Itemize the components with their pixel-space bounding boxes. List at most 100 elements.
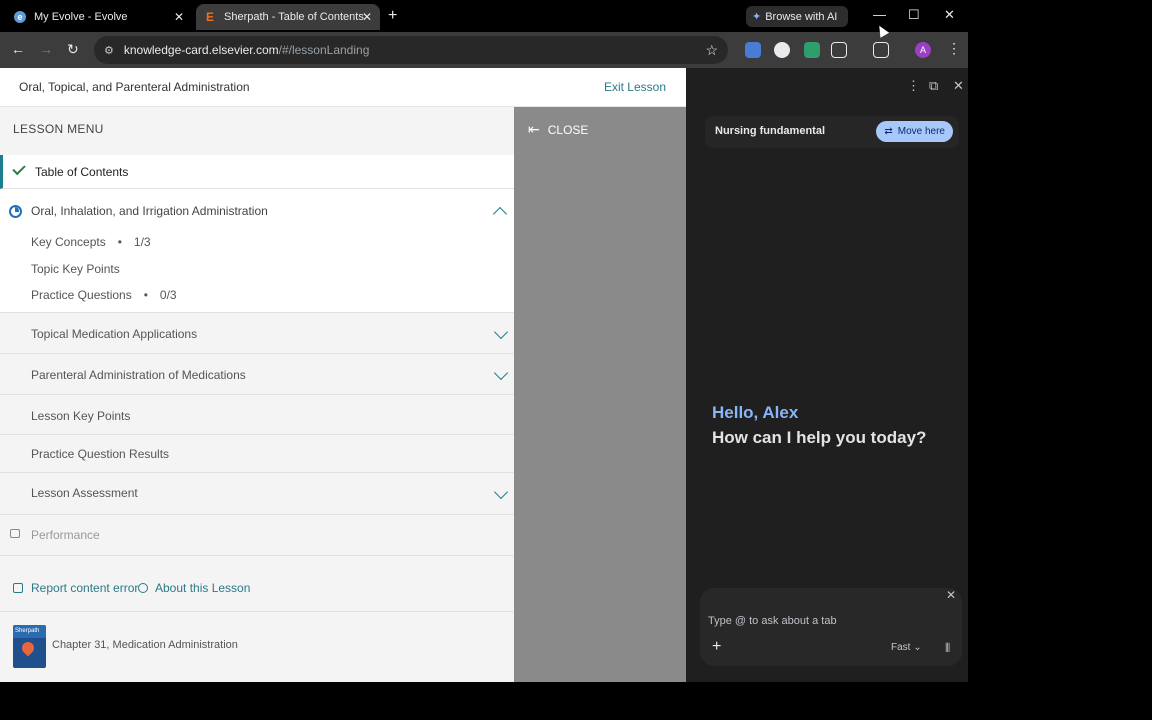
extensions-puzzle-icon[interactable] [831, 42, 847, 58]
sub-item-label: Key Concepts [31, 235, 106, 249]
voice-input-icon[interactable]: ⦀ [945, 641, 950, 656]
elsevier-favicon-icon: E [205, 10, 214, 24]
site-settings-icon[interactable]: ⚙ [104, 44, 114, 57]
sub-item-key-concepts[interactable]: Key Concepts • 1/3 [31, 235, 151, 249]
tab-my-evolve[interactable]: e My Evolve - Evolve ✕ [6, 4, 192, 30]
new-tab-icon[interactable]: + [388, 7, 397, 25]
browser-menu-icon[interactable]: ⋮ [947, 40, 961, 57]
chapter-label: Chapter 31, Medication Administration [52, 639, 238, 651]
tab-title: My Evolve - Evolve [34, 11, 128, 23]
close-label: CLOSE [547, 122, 589, 137]
chevron-down-icon[interactable] [493, 484, 509, 500]
move-here-button[interactable]: ⇄ Move here [876, 121, 953, 142]
maximize-icon[interactable]: ☐ [908, 7, 920, 23]
lesson-header: Oral, Topical, and Parenteral Administra… [0, 68, 686, 107]
lesson-page: Oral, Topical, and Parenteral Administra… [0, 68, 686, 682]
browse-ai-label: Browse with AI [765, 10, 838, 23]
separator-dot: • [117, 235, 122, 249]
menu-item-label: Performance [31, 528, 100, 542]
bookmark-star-icon[interactable]: ☆ [705, 42, 718, 59]
chat-input[interactable] [708, 615, 928, 627]
forward-icon[interactable]: → [39, 41, 53, 57]
extension-3-icon[interactable] [804, 42, 820, 58]
profile-avatar[interactable]: A [915, 42, 931, 58]
add-attachment-icon[interactable]: + [712, 638, 721, 656]
ai-side-panel: ⋮ ⧉ ✕ Nursing fundamental ⇄ Move here He… [693, 68, 968, 682]
close-tab-icon[interactable]: ✕ [174, 10, 184, 24]
menu-item-label: Practice Question Results [31, 447, 170, 461]
greeting-question: How can I help you today? [712, 428, 927, 447]
lesson-menu-title: LESSON MENU [13, 122, 104, 136]
reload-icon[interactable]: ↻ [67, 41, 79, 58]
panel-close-icon[interactable]: ✕ [953, 78, 964, 94]
menu-item-practice-results[interactable]: Practice Question Results [0, 435, 514, 473]
window-close-icon[interactable]: ✕ [944, 7, 955, 23]
menu-item-table-of-contents[interactable]: Table of Contents [0, 155, 514, 189]
progress-count: 0/3 [159, 288, 177, 302]
side-panel-search-icon[interactable] [873, 42, 889, 58]
sub-item-label: Practice Questions [31, 288, 132, 302]
info-icon [138, 583, 148, 593]
menu-item-performance: Performance [0, 515, 514, 556]
model-select[interactable]: Fast ⌄ [891, 642, 922, 653]
move-here-label: Move here [897, 126, 945, 137]
move-icon: ⇄ [884, 126, 893, 137]
open-in-window-icon[interactable]: ⧉ [929, 78, 938, 94]
minimize-icon[interactable]: — [873, 7, 886, 22]
chat-composer: ✕ + Fast ⌄ ⦀ [700, 588, 962, 666]
book-cover-title: Sherpath [13, 625, 46, 638]
address-path: /#/lessonLanding [278, 43, 370, 57]
content-overlay: ⇤ CLOSE [514, 107, 686, 682]
dismiss-icon[interactable]: ✕ [946, 588, 956, 602]
sub-item-label: Topic Key Points [31, 262, 120, 276]
sub-item-practice-questions[interactable]: Practice Questions • 0/3 [31, 288, 177, 302]
lesson-menu: LESSON MENU Table of Contents Oral, Inha… [0, 107, 514, 682]
address-bar[interactable]: ⚙ knowledge-card.elsevier.com /#/lessonL… [94, 36, 728, 64]
chevron-down-icon[interactable] [493, 365, 509, 381]
chevron-up-icon[interactable] [492, 206, 508, 222]
progress-count: 1/3 [133, 235, 151, 249]
sub-item-topic-key-points[interactable]: Topic Key Points [31, 262, 120, 276]
lesson-title: Oral, Topical, and Parenteral Administra… [19, 80, 250, 94]
greeting-name: Hello, Alex [712, 403, 799, 422]
menu-item-label: Parenteral Administration of Medications [31, 368, 246, 382]
tab-sherpath[interactable]: E Sherpath - Table of Contents ✕ [196, 4, 380, 30]
edit-icon [13, 583, 23, 593]
book-cover-image: Sherpath [13, 625, 46, 668]
address-host: knowledge-card.elsevier.com [123, 43, 279, 57]
panel-menu-icon[interactable]: ⋮ [907, 78, 920, 94]
menu-item-lesson-assessment[interactable]: Lesson Assessment [0, 473, 514, 515]
extension-1-icon[interactable] [745, 42, 761, 58]
tab-context-chip: Nursing fundamental ⇄ Move here [705, 116, 959, 148]
about-label: About this Lesson [155, 581, 251, 595]
menu-item-parenteral[interactable]: Parenteral Administration of Medications [0, 354, 514, 395]
exit-lesson-link[interactable]: Exit Lesson [604, 80, 666, 94]
menu-item-label: Table of Contents [35, 165, 129, 179]
back-icon[interactable]: ← [11, 41, 25, 57]
tab-title: Sherpath - Table of Contents [224, 11, 364, 23]
map-pin-icon [19, 639, 37, 657]
menu-item-topical[interactable]: Topical Medication Applications [0, 313, 514, 354]
separator-dot: • [143, 288, 148, 302]
close-tab-icon[interactable]: ✕ [362, 10, 372, 24]
sparkle-icon: ✦ [752, 11, 762, 23]
report-content-error-link[interactable]: Report content error [13, 581, 138, 595]
menu-item-label: Lesson Assessment [31, 486, 138, 500]
menu-item-label: Lesson Key Points [31, 409, 131, 423]
progress-circle-icon [9, 205, 22, 218]
browse-with-ai-button[interactable]: ✦ Browse with AI [746, 6, 848, 27]
lock-icon [10, 529, 20, 538]
close-menu-button[interactable]: ⇤ CLOSE [528, 121, 588, 138]
menu-item-label: Oral, Inhalation, and Irrigation Adminis… [31, 204, 268, 218]
tab-strip: e My Evolve - Evolve ✕ E Sherpath - Tabl… [0, 0, 968, 32]
report-label: Report content error [31, 581, 139, 595]
extension-2-icon[interactable] [774, 42, 790, 58]
about-lesson-link[interactable]: About this Lesson [138, 581, 250, 595]
menu-item-label: Topical Medication Applications [31, 327, 198, 341]
chevron-down-icon[interactable] [493, 324, 509, 340]
check-icon [12, 161, 26, 176]
menu-item-lesson-key-points[interactable]: Lesson Key Points [0, 395, 514, 435]
menu-section-oral[interactable]: Oral, Inhalation, and Irrigation Adminis… [0, 189, 514, 313]
evolve-favicon-icon: e [14, 11, 26, 23]
context-label: Nursing fundamental [715, 125, 826, 137]
